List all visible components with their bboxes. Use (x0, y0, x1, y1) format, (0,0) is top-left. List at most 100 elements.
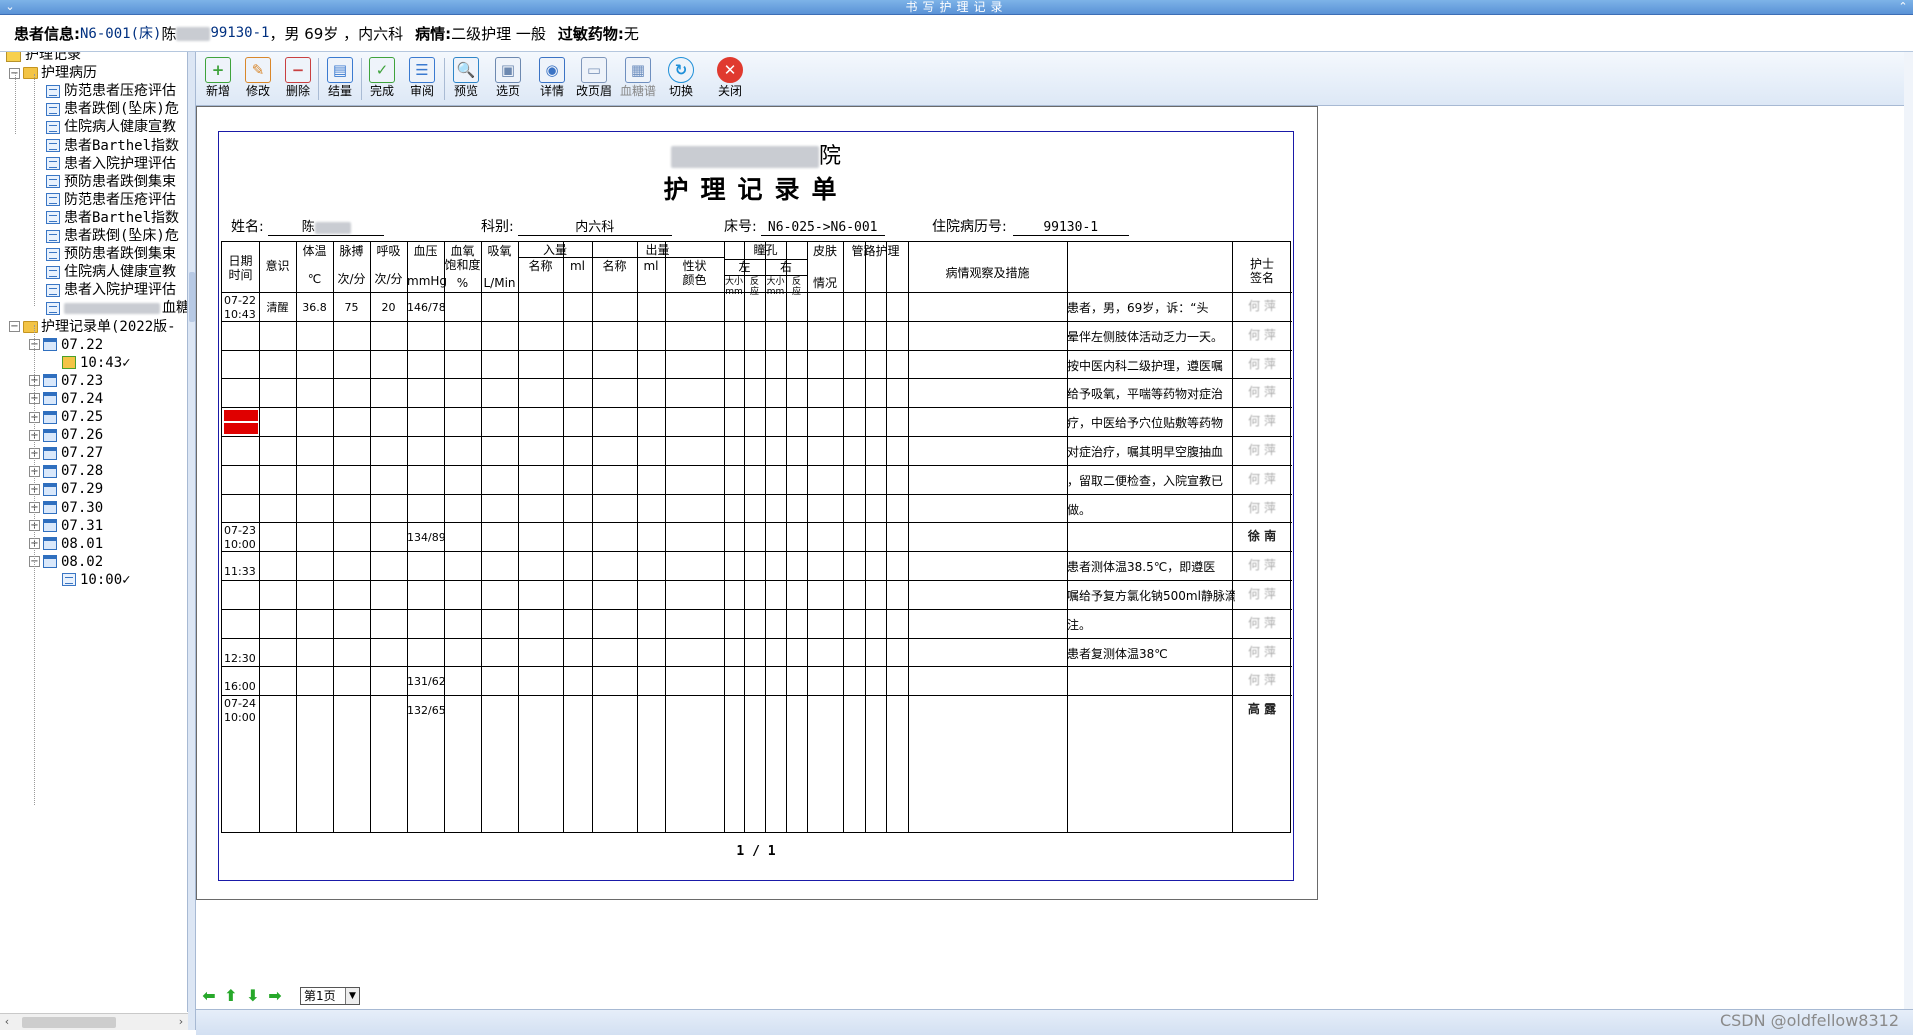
add-doc-button[interactable]: + 新增 (199, 55, 237, 103)
tree-item-case[interactable]: 患者跌倒(坠床)危 (46, 100, 179, 118)
glucose-button[interactable]: ▦ 血糖谱 (619, 55, 657, 103)
hdr-observation: 病情观察及措施 (945, 266, 1030, 280)
tree-item-case[interactable]: 预防患者跌倒集束 (46, 173, 176, 191)
tree-label: 07.25 (61, 409, 104, 425)
tree-folder-records-icon (23, 320, 38, 333)
toolbar-button-label: 完成 (369, 84, 394, 98)
next-page-icon[interactable]: ⬇ (244, 988, 262, 1004)
collapse-icon[interactable]: − (9, 321, 20, 332)
row-bp: 146/78 (407, 301, 446, 314)
review-button[interactable]: ☰ 审阅 (403, 55, 441, 103)
tree-item-date[interactable]: +07.31 (29, 517, 103, 535)
hdr-oxygen-unit: L/Min (483, 276, 516, 290)
tree-label: 07.23 (61, 372, 104, 389)
tree-item-case[interactable]: 患者跌倒(坠床)危 (46, 227, 179, 245)
tree-item-date[interactable]: +07.24 (29, 390, 103, 408)
hdr-skin: 皮肤 (812, 244, 837, 258)
title-bar: ⌄ 书写护理记录 ⌃ (0, 0, 1913, 15)
tree-label: 07.31 (61, 517, 104, 534)
tree-item-date[interactable]: +07.26 (29, 426, 103, 444)
tree-item-date[interactable]: +07.28 (29, 462, 103, 480)
toolbar-button-label: 修改 (245, 84, 270, 98)
chevron-down-icon[interactable]: ▼ (345, 988, 359, 1004)
tree-item-date[interactable]: +07.27 (29, 444, 103, 462)
switch-button[interactable]: ↻ 切换 (662, 55, 700, 103)
tree-item-date[interactable]: −07.22 (29, 336, 103, 354)
page-select[interactable]: 第1页 ▼ (300, 987, 360, 1005)
tree-horizontal-scrollbar[interactable]: ‹ › (0, 1013, 188, 1030)
select-page-button[interactable]: ▣ 选页 (489, 55, 527, 103)
hdr-output-ml: ml (643, 259, 659, 273)
app-window: ⌄ 书写护理记录 ⌃ 患者信息: N6-001(床) 陈 99130-1 ，男 … (0, 0, 1913, 1035)
scroll-left-icon[interactable]: ‹ (0, 1014, 14, 1030)
grid-vline (908, 242, 909, 832)
header-button[interactable]: ▭ 改页眉 (575, 55, 613, 103)
tree-item-date-icon (43, 392, 57, 406)
prev-page-icon[interactable]: ⬆ (222, 988, 240, 1004)
last-page-icon[interactable]: ➡ (266, 988, 284, 1004)
row-time: 10:00 (224, 711, 256, 725)
tree-item-date[interactable]: +08.01 (29, 535, 103, 553)
hdr-pupil-left: 左 (738, 260, 751, 274)
grid-vline (744, 242, 745, 832)
grid-vline (765, 242, 766, 832)
tree-item-date-icon (43, 338, 57, 352)
chevron-up-icon[interactable]: ⌃ (1895, 0, 1911, 14)
tree-folder-case-icon (23, 67, 38, 80)
tree-item-case-icon (46, 301, 60, 315)
complete-button[interactable]: ✓ 完成 (363, 55, 401, 103)
details-button[interactable]: ◉ 详情 (533, 55, 571, 103)
row-nurse-signature: 何 萍 (1248, 327, 1276, 342)
row-nurse-signature: 何 萍 (1248, 356, 1276, 371)
toolbar-button-label: 删除 (285, 84, 310, 98)
edit-doc-button[interactable]: ✎ 修改 (239, 55, 277, 103)
panel-splitter[interactable] (188, 52, 196, 1030)
watermark: CSDN @oldfellow8312 (1719, 1011, 1899, 1030)
tree-label: 住院病人健康宣教 (64, 264, 176, 281)
tree-item-time[interactable]: 10:43✓ (62, 354, 131, 372)
tree-label: 07.22 (61, 336, 104, 353)
tree-item-date-icon (43, 555, 57, 569)
tree-item-case[interactable]: 血糖 (46, 299, 187, 317)
tree-guide (34, 74, 35, 306)
hdr-pulse: 脉搏 (339, 244, 364, 258)
tree-item-date[interactable]: +07.25 (29, 408, 103, 426)
tree-item-time[interactable]: 10:00✓ (62, 571, 131, 589)
tree-item-case[interactable]: 患者Barthel指数 (46, 209, 179, 227)
tree-item-date[interactable]: −08.02 (29, 553, 103, 571)
tree-item-case[interactable]: 预防患者跌倒集束 (46, 245, 176, 263)
nursing-record-form: 院 护理记录单 姓名: 陈 科别: 内六科 床号: N6-025->N6-001 住院… (218, 131, 1294, 881)
tally-button[interactable]: ▤ 结量 (321, 55, 359, 103)
preview-button[interactable]: 🔍 预览 (447, 55, 485, 103)
glucose-icon: ▦ (625, 57, 651, 83)
tree-item-date[interactable]: +07.23 (29, 372, 103, 390)
delete-doc-button[interactable]: − 删除 (279, 55, 317, 103)
toolbar-button-label: 新增 (205, 84, 230, 98)
grid-vline (518, 242, 519, 832)
tree-item-case[interactable]: 患者入院护理评估 (46, 155, 176, 173)
tree-item-case[interactable]: 患者Barthel指数 (46, 137, 179, 155)
toolbar-button-label: 改页眉 (575, 84, 612, 98)
tree-item-case[interactable]: 防范患者压疮评估 (46, 82, 176, 100)
close-button[interactable]: ✕ 关闭 (711, 55, 749, 103)
tree-root[interactable]: 护理记录 (6, 52, 81, 64)
first-page-icon[interactable]: ⬅ (200, 988, 218, 1004)
row-observation: 晕伴左侧肢体活动乏力一天。 (1067, 329, 1224, 344)
scroll-right-icon[interactable]: › (174, 1014, 188, 1030)
tree-item-case[interactable]: 住院病人健康宣教 (46, 263, 176, 281)
tree-item-date[interactable]: +07.30 (29, 499, 103, 517)
scroll-thumb[interactable] (22, 1017, 116, 1028)
hdr-consciousness: 意识 (265, 259, 290, 273)
grid-hline (222, 378, 1292, 380)
tree-item-date[interactable]: +07.29 (29, 480, 103, 498)
splitter-grip[interactable] (189, 272, 195, 322)
hospital-name: 院 (219, 138, 1293, 170)
tree-item-case[interactable]: 防范患者压疮评估 (46, 191, 176, 209)
grid-hline (222, 637, 1292, 639)
row-nurse-signature: 何 萍 (1248, 443, 1276, 457)
tree-item-case-icon (46, 102, 60, 116)
tree-item-case[interactable]: 住院病人健康宣教 (46, 118, 176, 136)
hdr-bp-unit: mmHg (407, 274, 448, 288)
tree-folder-case[interactable]: − 护理病历 (9, 64, 97, 82)
tree-item-case[interactable]: 患者入院护理评估 (46, 281, 176, 299)
